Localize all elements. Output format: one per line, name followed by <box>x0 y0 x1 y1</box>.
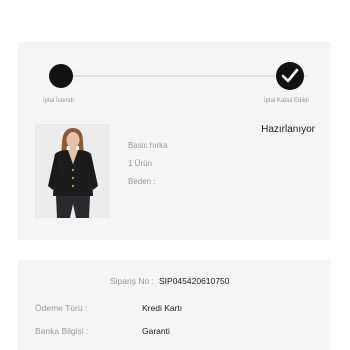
order-number-label: Sipariş No : <box>110 276 154 286</box>
step-requested-dot <box>49 64 73 88</box>
payment-type-label: Ödeme Türü : <box>35 303 88 313</box>
product-quantity: 1 Ürün <box>128 159 153 168</box>
bank-info-label: Banka Bilgisi : <box>35 326 89 336</box>
order-card: İptal İstendi İptal Kabul Edildi Hazırla… <box>18 42 331 240</box>
product-name: Basic hırka <box>128 141 168 150</box>
step-accepted-dot <box>276 62 304 90</box>
product-size: Beden : <box>128 177 156 186</box>
order-info-card: Sipariş No : SIP045420610750 Ödeme Türü … <box>18 260 331 350</box>
product-image[interactable] <box>35 124 110 218</box>
step-accepted-label: İptal Kabul Edildi <box>264 98 309 104</box>
checkmark-icon <box>281 68 299 83</box>
payment-type-value: Kredi Kartı <box>142 303 183 313</box>
order-status: Hazırlanıyor <box>261 124 315 135</box>
order-number-value: SIP045420610750 <box>159 276 230 286</box>
step-requested-label: İptal İstendi <box>43 98 74 104</box>
cancel-progress-line <box>61 75 308 77</box>
bank-info-value: Garanti <box>142 326 170 336</box>
product-photo-illustration <box>35 124 110 218</box>
